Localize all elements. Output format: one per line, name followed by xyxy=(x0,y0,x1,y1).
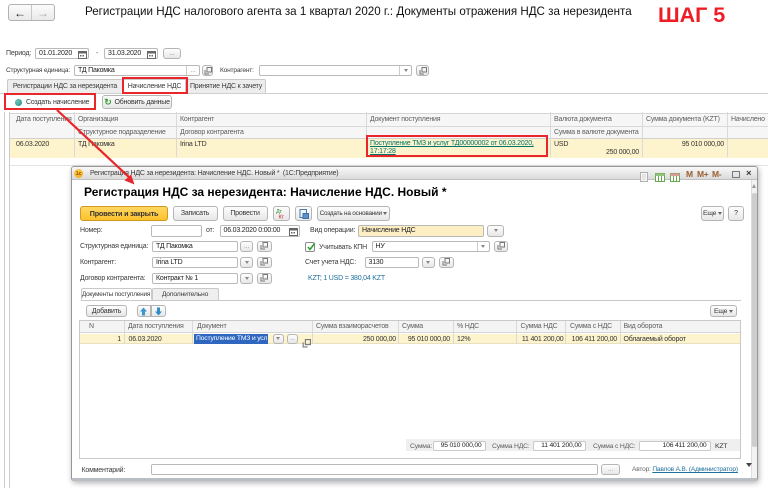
svg-text:Кт: Кт xyxy=(278,215,284,220)
